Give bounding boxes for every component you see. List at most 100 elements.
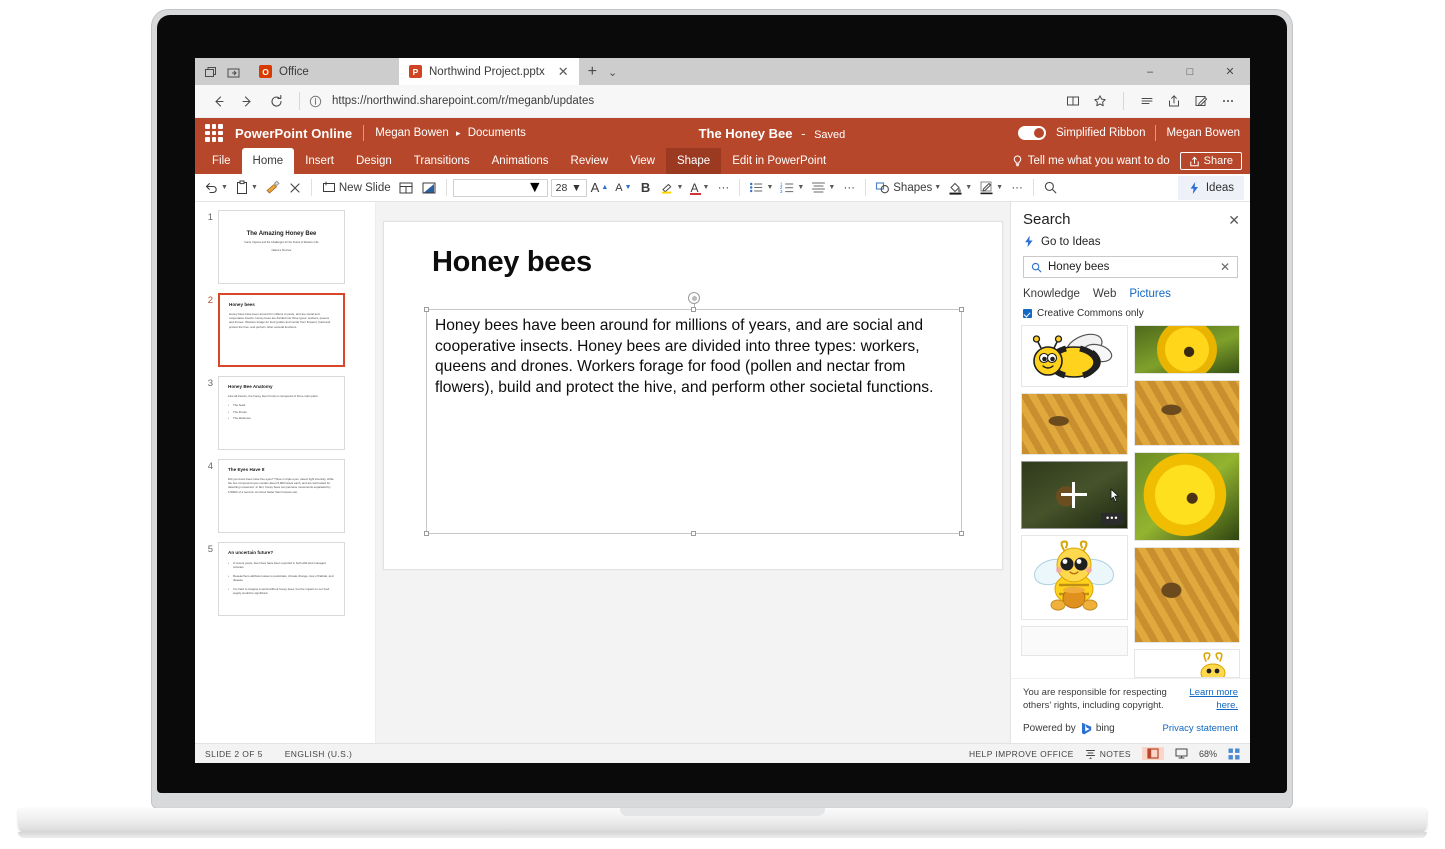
- tab-pictures[interactable]: Pictures: [1129, 288, 1171, 300]
- resize-handle-bottom-left[interactable]: [424, 531, 429, 536]
- favorite-star-icon[interactable]: [1088, 89, 1112, 113]
- forward-icon[interactable]: [234, 88, 261, 115]
- image-result-bee-cartoon-small[interactable]: [1134, 649, 1241, 678]
- set-aside-tabs-icon[interactable]: [227, 66, 240, 79]
- slide-canvas[interactable]: Honey bees Honey bees have been around f…: [383, 221, 1003, 570]
- bullets-button[interactable]: ▼: [746, 177, 776, 199]
- font-color-button[interactable]: A ▼: [687, 177, 712, 199]
- slide-body-text[interactable]: Honey bees have been around for millions…: [427, 310, 961, 404]
- image-result-bee-on-dark-flower[interactable]: •••: [1021, 461, 1128, 529]
- url-text[interactable]: https://northwind.sharepoint.com/r/megan…: [332, 95, 1059, 107]
- chevron-down-icon[interactable]: ▼: [221, 184, 228, 191]
- close-window-button[interactable]: ✕: [1210, 58, 1250, 85]
- document-title[interactable]: The Honey Bee: [699, 126, 793, 141]
- notes-button[interactable]: NOTES: [1085, 748, 1131, 759]
- undo-button[interactable]: ▼: [201, 177, 231, 199]
- language-indicator[interactable]: ENGLISH (U.S.): [285, 749, 352, 759]
- shape-outline-button[interactable]: ▼: [976, 177, 1006, 199]
- rotate-handle[interactable]: [688, 292, 700, 304]
- app-brand-label[interactable]: PowerPoint Online: [235, 126, 352, 141]
- clear-formatting-button[interactable]: [285, 177, 305, 199]
- tab-knowledge[interactable]: Knowledge: [1023, 288, 1080, 300]
- shrink-font-button[interactable]: A ▼: [612, 177, 634, 199]
- app-launcher-waffle-icon[interactable]: [205, 124, 223, 142]
- ribbon-tab-home[interactable]: Home: [242, 148, 295, 174]
- grow-font-button[interactable]: A ▲: [588, 177, 612, 199]
- paste-button[interactable]: ▼: [232, 177, 261, 199]
- close-tab-icon[interactable]: ✕: [552, 65, 569, 78]
- slide-counter[interactable]: SLIDE 2 OF 5: [205, 749, 263, 759]
- slide-thumbnail-1[interactable]: The Amazing Honey Bee Facts, Figures and…: [218, 210, 345, 284]
- browser-tab-northwind[interactable]: P Northwind Project.pptx ✕: [399, 58, 579, 85]
- reading-view-icon[interactable]: [1061, 89, 1085, 113]
- slide-text-box[interactable]: Honey bees have been around for millions…: [426, 309, 962, 534]
- ribbon-tab-design[interactable]: Design: [345, 148, 403, 174]
- ribbon-tab-transitions[interactable]: Transitions: [403, 148, 481, 174]
- help-improve-office-link[interactable]: HELP IMPROVE OFFICE: [969, 749, 1074, 759]
- close-icon[interactable]: ✕: [1228, 211, 1240, 227]
- slide-thumbnail-4[interactable]: The Eyes Have It Did you know bees have …: [218, 459, 345, 533]
- slide-thumbnail-5[interactable]: An uncertain future? In recent years, be…: [218, 542, 345, 616]
- chevron-down-icon[interactable]: ▼: [527, 179, 543, 197]
- more-paragraph-options-button[interactable]: ···: [839, 177, 859, 199]
- resize-handle-top-right[interactable]: [959, 307, 964, 312]
- search-input[interactable]: Honey bees ✕: [1023, 256, 1238, 278]
- fit-to-window-button[interactable]: [1228, 748, 1240, 760]
- chevron-down-icon[interactable]: ▼: [797, 184, 804, 191]
- image-more-options-button[interactable]: •••: [1101, 513, 1123, 525]
- chevron-down-icon[interactable]: ▼: [828, 184, 835, 191]
- text-highlight-button[interactable]: ▼: [657, 177, 687, 199]
- checkbox-icon[interactable]: [1023, 309, 1032, 318]
- ribbon-tab-animations[interactable]: Animations: [481, 148, 560, 174]
- layout-button[interactable]: [395, 177, 417, 199]
- ribbon-tab-review[interactable]: Review: [560, 148, 620, 174]
- chevron-down-icon[interactable]: ▼: [934, 184, 941, 191]
- privacy-statement-link[interactable]: Privacy statement: [1163, 723, 1239, 734]
- numbering-button[interactable]: 123 ▼: [777, 177, 807, 199]
- bold-button[interactable]: B: [636, 177, 656, 199]
- maximize-button[interactable]: □: [1170, 58, 1210, 85]
- site-info-icon[interactable]: [309, 95, 322, 108]
- shapes-button[interactable]: Shapes ▼: [872, 177, 944, 199]
- more-shape-options-button[interactable]: ···: [1007, 177, 1027, 199]
- slide-title[interactable]: Honey bees: [432, 246, 592, 279]
- chevron-down-icon[interactable]: ▼: [965, 184, 972, 191]
- tell-me-search[interactable]: Tell me what you want to do: [1012, 155, 1170, 167]
- learn-more-link[interactable]: Learn more here.: [1186, 687, 1238, 713]
- image-result-bee-on-honeycomb-3[interactable]: [1134, 547, 1241, 643]
- clear-search-icon[interactable]: ✕: [1220, 260, 1230, 274]
- zoom-level[interactable]: 68%: [1199, 749, 1217, 759]
- new-slide-button[interactable]: New Slide: [318, 177, 394, 199]
- chevron-down-icon[interactable]: ▼: [996, 184, 1003, 191]
- breadcrumb-user[interactable]: Megan Bowen: [375, 127, 449, 139]
- slide-thumbnail-3[interactable]: Honey Bee Anatomy Like all insects, the …: [218, 376, 345, 450]
- ribbon-tab-insert[interactable]: Insert: [294, 148, 345, 174]
- back-icon[interactable]: [205, 88, 232, 115]
- image-result-blank-1[interactable]: [1021, 626, 1128, 656]
- settings-more-icon[interactable]: [1216, 89, 1240, 113]
- ribbon-tab-view[interactable]: View: [619, 148, 666, 174]
- slideshow-button[interactable]: [1175, 748, 1188, 759]
- image-result-bees-on-honeycomb-2[interactable]: [1134, 380, 1241, 445]
- ribbon-tab-shape[interactable]: Shape: [666, 148, 721, 174]
- minimize-button[interactable]: –: [1130, 58, 1170, 85]
- add-image-icon[interactable]: [1061, 482, 1087, 508]
- normal-view-button[interactable]: [1142, 747, 1164, 760]
- resize-handle-top-left[interactable]: [424, 307, 429, 312]
- image-results-grid[interactable]: •••: [1011, 319, 1250, 678]
- chevron-down-icon[interactable]: ▼: [677, 184, 684, 191]
- font-name-select[interactable]: ▼: [453, 179, 548, 197]
- resize-handle-bottom-center[interactable]: [691, 531, 696, 536]
- image-result-cute-cartoon-bee-honey-pot[interactable]: [1021, 535, 1128, 620]
- find-button[interactable]: [1040, 177, 1061, 199]
- creative-commons-checkbox[interactable]: Creative Commons only: [1011, 300, 1250, 319]
- share-button[interactable]: Share: [1180, 152, 1242, 170]
- align-button[interactable]: ▼: [808, 177, 838, 199]
- tab-web[interactable]: Web: [1093, 288, 1116, 300]
- shape-fill-button[interactable]: ▼: [945, 177, 975, 199]
- image-result-bee-on-yellow-flower-2[interactable]: [1134, 452, 1241, 542]
- slide-thumbnail-2[interactable]: Honey bees Honey bees have been around f…: [218, 293, 345, 367]
- slide-canvas-pane[interactable]: Honey bees Honey bees have been around f…: [376, 202, 1010, 743]
- chevron-down-icon[interactable]: ▼: [571, 182, 581, 194]
- share-icon[interactable]: [1162, 89, 1186, 113]
